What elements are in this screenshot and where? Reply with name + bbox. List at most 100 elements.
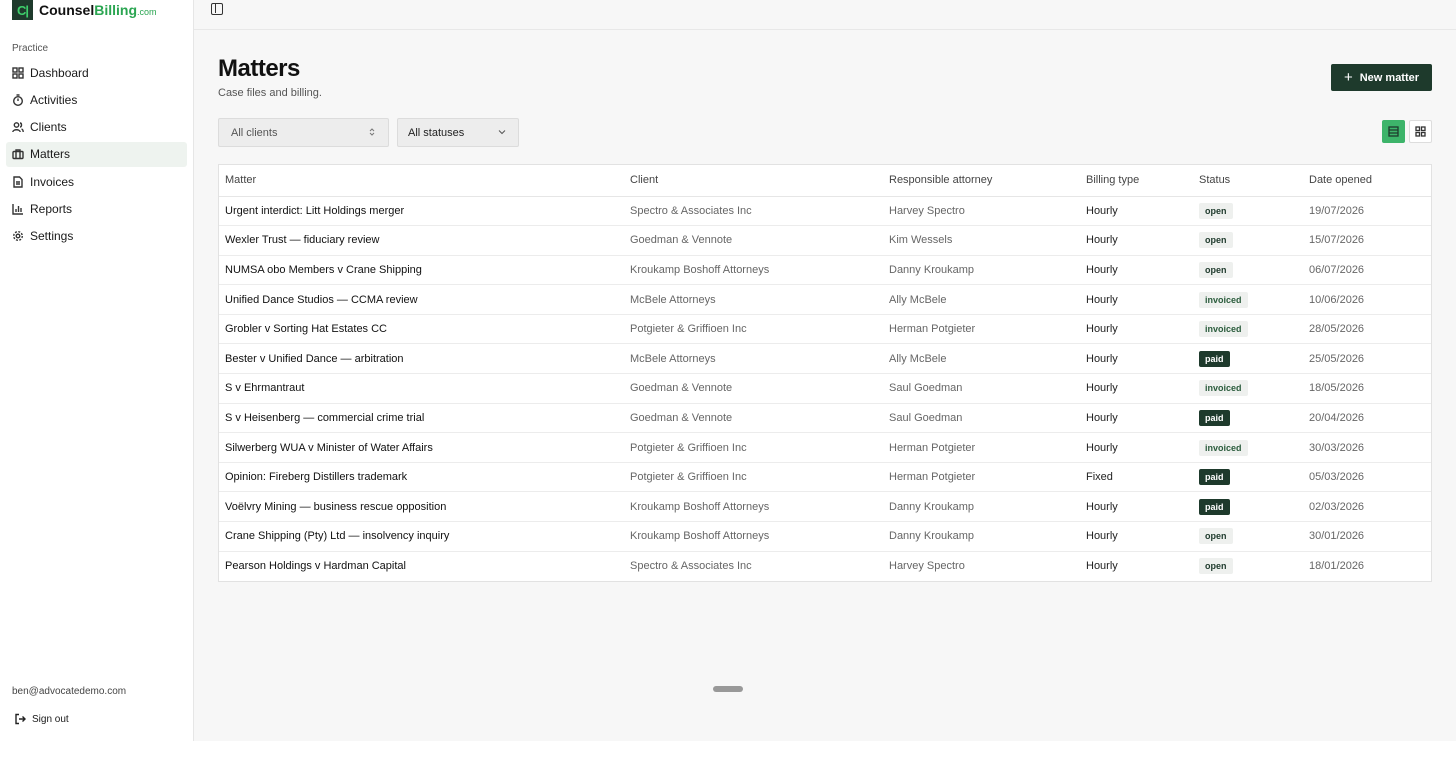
- new-matter-label: New matter: [1359, 71, 1420, 84]
- cell-status: invoiced: [1193, 432, 1303, 463]
- cell-date: 30/01/2026: [1303, 521, 1431, 552]
- cell-client: Goedman & Vennote: [624, 373, 883, 404]
- table-row[interactable]: Voëlvry Mining — business rescue opposit…: [219, 491, 1431, 523]
- sidebar-item-activities[interactable]: Activities: [6, 87, 187, 112]
- table-row[interactable]: NUMSA obo Members v Crane Shipping Krouka…: [219, 255, 1431, 286]
- table-row[interactable]: Wexler Trust — fiduciary review Goedman &…: [219, 225, 1431, 256]
- status-badge: paid: [1199, 469, 1230, 486]
- logo-icon: C|: [12, 0, 33, 20]
- cell-attorney: Kim Wessels: [883, 225, 1080, 256]
- cell-matter: Grobler v Sorting Hat Estates CC: [219, 314, 624, 345]
- list-view-button[interactable]: [1382, 120, 1405, 143]
- sign-out-button[interactable]: Sign out: [14, 713, 69, 725]
- cell-attorney: Danny Kroukamp: [883, 491, 1080, 523]
- sidebar: C| CounselBilling.com Practice Dashboard…: [0, 0, 194, 741]
- sidebar-item-label: Invoices: [30, 174, 75, 189]
- status-filter-select[interactable]: All statuses: [397, 118, 519, 147]
- status-filter-value: All statuses: [408, 126, 465, 139]
- sidebar-item-matters[interactable]: Matters: [6, 141, 187, 167]
- table-row[interactable]: Bester v Unified Dance — arbitration McBe…: [219, 343, 1431, 375]
- briefcase-icon: [12, 149, 24, 160]
- brand-suffix: .com: [137, 7, 157, 17]
- cell-date: 28/05/2026: [1303, 314, 1431, 345]
- sidebar-item-reports[interactable]: Reports: [6, 196, 187, 221]
- table-row[interactable]: Opinion: Fireberg Distillers trademark Po…: [219, 462, 1431, 493]
- resize-handle[interactable]: [713, 686, 743, 692]
- sidebar-item-clients[interactable]: Clients: [6, 115, 187, 140]
- nav-section-label: Practice: [12, 43, 49, 54]
- cell-date: 06/07/2026: [1303, 255, 1431, 286]
- table-row[interactable]: Pearson Holdings v Hardman Capital Spectr…: [219, 551, 1431, 581]
- cell-status: paid: [1193, 343, 1303, 375]
- sidebar-item-label: Activities: [30, 92, 78, 107]
- cell-matter: S v Heisenberg — commercial crime trial: [219, 403, 624, 434]
- cell-client: Kroukamp Boshoff Attorneys: [624, 255, 883, 286]
- cell-status: paid: [1193, 462, 1303, 493]
- cell-date: 02/03/2026: [1303, 491, 1431, 523]
- plus-icon: +: [1343, 69, 1353, 86]
- brand-name-b: Billing: [94, 2, 138, 18]
- grid-icon: [12, 66, 24, 79]
- cell-client: McBele Attorneys: [624, 284, 883, 315]
- column-header[interactable]: Responsible attorney: [883, 165, 1080, 197]
- cell-attorney: Danny Kroukamp: [883, 521, 1080, 552]
- table-row[interactable]: Silwerberg WUA v Minister of Water Affai…: [219, 432, 1431, 463]
- sidebar-item-invoices[interactable]: Invoices: [6, 169, 187, 194]
- status-badge: paid: [1199, 350, 1230, 367]
- cell-billing: Hourly: [1080, 196, 1193, 227]
- cell-billing: Hourly: [1080, 284, 1193, 315]
- table-row[interactable]: S v Ehrmantraut Goedman & Vennote Saul Goe…: [219, 373, 1431, 404]
- cell-billing: Hourly: [1080, 343, 1193, 375]
- column-header[interactable]: Client: [624, 165, 883, 197]
- cell-matter: Unified Dance Studios — CCMA review: [219, 284, 624, 315]
- sidebar-nav: Dashboard Activities Clients Matters Inv…: [6, 60, 187, 251]
- column-header[interactable]: Matter: [219, 165, 624, 197]
- column-header[interactable]: Status: [1193, 165, 1303, 197]
- sidebar-item-label: Matters: [30, 147, 71, 162]
- cell-matter: Crane Shipping (Pty) Ltd — insolvency in…: [219, 521, 624, 552]
- cell-attorney: Saul Goedman: [883, 403, 1080, 434]
- table-row[interactable]: Urgent interdict: Litt Holdings merger Sp…: [219, 196, 1431, 227]
- cell-attorney: Herman Potgieter: [883, 314, 1080, 345]
- cell-attorney: Herman Potgieter: [883, 462, 1080, 493]
- sidebar-item-settings[interactable]: Settings: [6, 224, 187, 249]
- cell-status: invoiced: [1193, 314, 1303, 345]
- user-email: ben@advocatedemo.com: [12, 686, 127, 697]
- status-badge: open: [1199, 558, 1233, 575]
- cell-status: invoiced: [1193, 284, 1303, 315]
- table-row[interactable]: Unified Dance Studios — CCMA review McBel…: [219, 284, 1431, 315]
- cell-billing: Hourly: [1080, 491, 1193, 523]
- cell-attorney: Harvey Spectro: [889, 560, 965, 573]
- table-row[interactable]: Crane Shipping (Pty) Ltd — insolvency in…: [219, 521, 1431, 552]
- cell-date: 25/05/2026: [1303, 343, 1431, 375]
- status-badge: paid: [1199, 498, 1230, 515]
- table-row[interactable]: S v Heisenberg — commercial crime trial G…: [219, 403, 1431, 434]
- cell-status: invoiced: [1193, 373, 1303, 404]
- column-header[interactable]: Billing type: [1080, 165, 1193, 197]
- cell-matter: Voëlvry Mining — business rescue opposit…: [219, 491, 624, 523]
- sign-out-label: Sign out: [32, 713, 69, 725]
- cell-client: Spectro & Associates Inc: [630, 560, 752, 573]
- cell-client: Kroukamp Boshoff Attorneys: [624, 491, 883, 523]
- table-row[interactable]: Grobler v Sorting Hat Estates CC Potgiete…: [219, 314, 1431, 345]
- cell-date: 10/06/2026: [1303, 284, 1431, 315]
- cell-date: 05/03/2026: [1303, 462, 1431, 493]
- column-header[interactable]: Date opened: [1303, 165, 1431, 197]
- cell-attorney: Herman Potgieter: [883, 432, 1080, 463]
- status-badge: paid: [1199, 409, 1230, 426]
- main-content: Matters Case files and billing. + New mat…: [194, 0, 1456, 741]
- cell-billing: Hourly: [1080, 225, 1193, 256]
- sidebar-item-dashboard[interactable]: Dashboard: [6, 60, 187, 85]
- brand[interactable]: C| CounselBilling.com: [0, 0, 193, 20]
- cell-client: McBele Attorneys: [624, 343, 883, 375]
- cell-status: open: [1193, 225, 1303, 256]
- users-icon: [12, 122, 24, 133]
- cell-status: paid: [1193, 403, 1303, 434]
- new-matter-button[interactable]: + New matter: [1331, 64, 1432, 91]
- client-filter-select[interactable]: All clients: [218, 118, 389, 147]
- cell-status: open: [1193, 196, 1303, 227]
- cell-date: 18/05/2026: [1303, 373, 1431, 404]
- sidebar-toggle-icon[interactable]: [211, 3, 223, 15]
- cell-matter: Urgent interdict: Litt Holdings merger: [219, 196, 624, 227]
- grid-view-button[interactable]: [1409, 120, 1432, 143]
